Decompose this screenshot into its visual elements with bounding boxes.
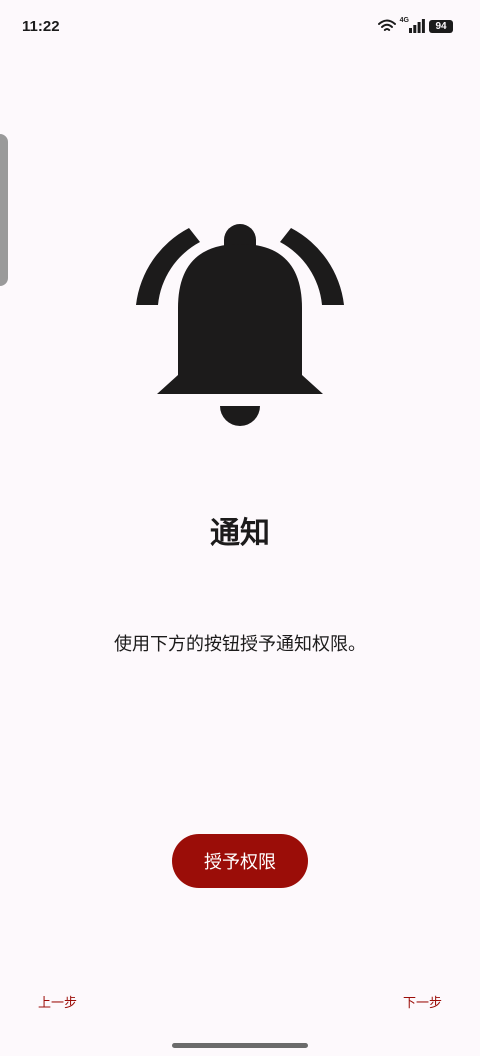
page-description: 使用下方的按钮授予通知权限。 bbox=[114, 634, 366, 655]
page-title: 通知 bbox=[210, 516, 270, 551]
prev-step-button[interactable]: 上一步 bbox=[38, 992, 77, 1011]
next-step-button[interactable]: 下一步 bbox=[403, 992, 442, 1011]
home-indicator[interactable] bbox=[172, 1043, 308, 1048]
status-bar: 11:22 4G 94 bbox=[0, 0, 480, 56]
grant-permission-button[interactable]: 授予权限 bbox=[172, 834, 308, 888]
screen: 11:22 4G 94 通知 使用下方的按钮授予通知权限。 授予权限 上一步 下… bbox=[0, 0, 480, 1056]
wifi-icon bbox=[377, 19, 396, 31]
edge-panel-handle[interactable] bbox=[0, 134, 8, 286]
status-time: 11:22 bbox=[22, 18, 60, 35]
bell-ringing-icon bbox=[136, 224, 344, 426]
network-type-label: 4G bbox=[399, 16, 409, 24]
status-icons: 4G 94 bbox=[377, 16, 453, 33]
battery-icon: 94 bbox=[429, 19, 453, 33]
signal-icon bbox=[409, 19, 425, 33]
